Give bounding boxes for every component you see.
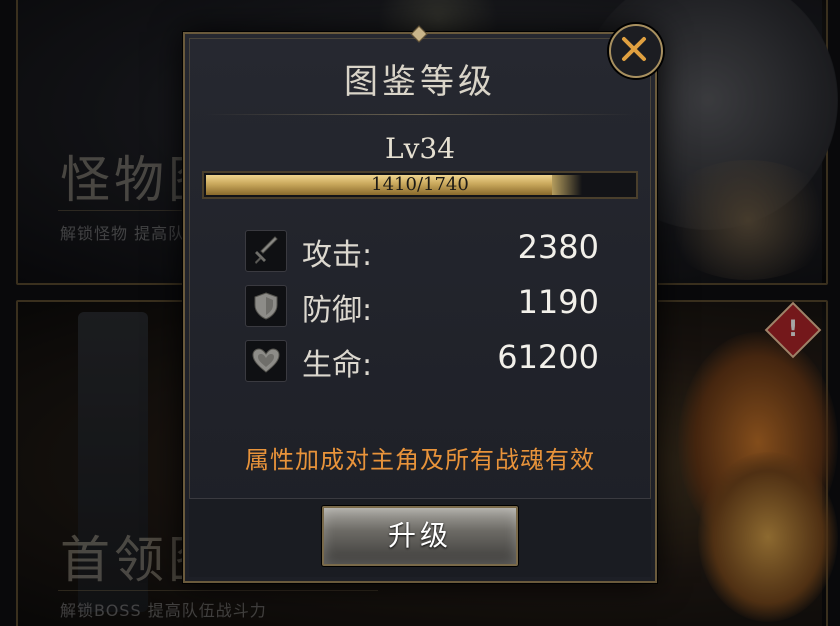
sword-icon (245, 230, 287, 272)
xp-progress-text: 1410/1740 (371, 174, 469, 195)
divider (205, 114, 635, 115)
close-icon (622, 37, 646, 61)
stats-list: 攻击: 2380 防御: 1190 生命: 61200 (245, 224, 599, 389)
xp-progress-bar: 1410/1740 (202, 171, 638, 199)
stat-row-health: 生命: 61200 (245, 334, 599, 389)
stat-row-attack: 攻击: 2380 (245, 224, 599, 279)
heart-icon (245, 340, 287, 382)
upgrade-button[interactable]: 升级 (322, 506, 518, 566)
stat-label: 攻击: (302, 238, 373, 273)
codex-level-dialog: 图鉴等级 Lv34 1410/1740 攻击: 2380 防御: 1190 生命… (183, 25, 657, 583)
close-button[interactable] (609, 24, 663, 78)
stat-label: 生命: (302, 348, 373, 383)
stat-label: 防御: (302, 293, 373, 328)
upgrade-button-label: 升级 (387, 519, 452, 552)
level-label: Lv34 (384, 132, 456, 165)
shield-icon (245, 285, 287, 327)
dialog-title: 图鉴等级 (344, 62, 496, 102)
bonus-note: 属性加成对主角及所有战魂有效 (245, 446, 595, 474)
stat-value: 61200 (497, 338, 599, 376)
stat-value: 2380 (517, 228, 599, 266)
stat-value: 1190 (517, 283, 599, 321)
stat-row-defense: 防御: 1190 (245, 279, 599, 334)
